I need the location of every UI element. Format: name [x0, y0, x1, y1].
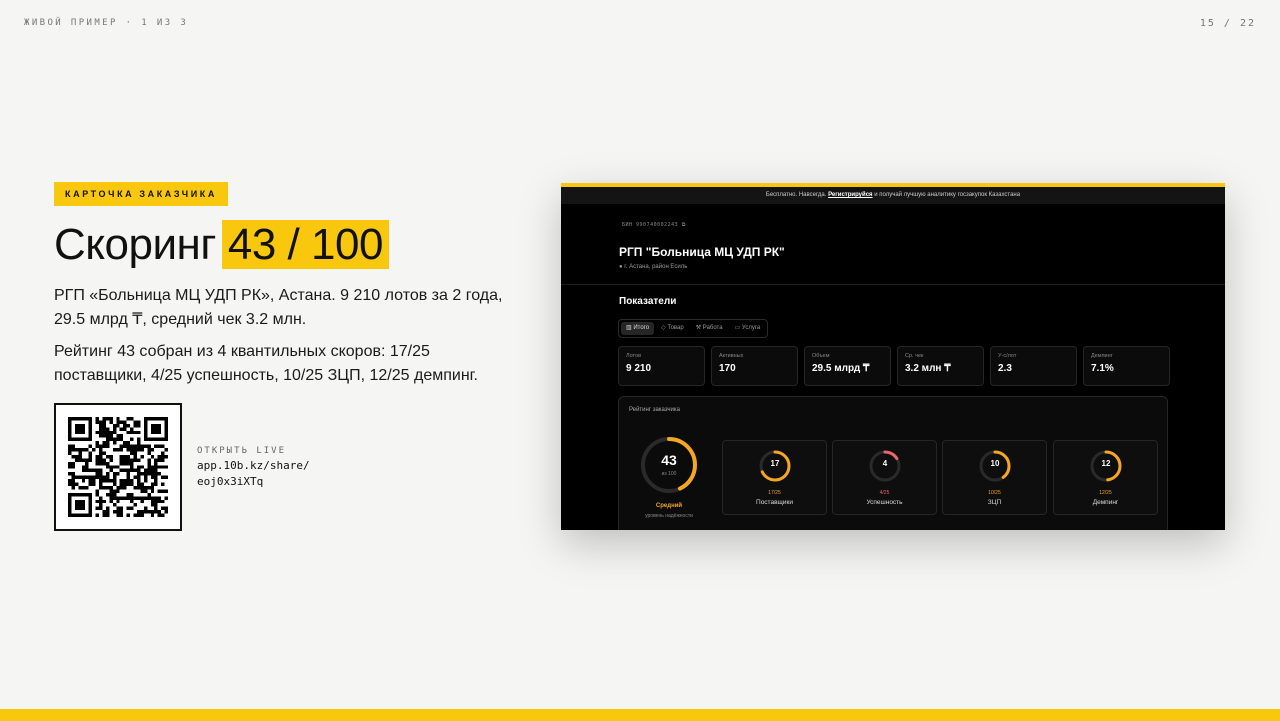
subscore-value: 10: [990, 459, 1000, 468]
slide-title: Скоринг 43 / 100: [54, 220, 389, 270]
main-score-value: 43: [661, 452, 677, 468]
kpi-card-volume: Объем 29.5 млрд ₸: [804, 346, 891, 386]
copy-icon[interactable]: ⧉: [682, 222, 686, 228]
subscore-card-suppliers: 17 17/25 Поставщики: [722, 440, 827, 515]
app-screenshot: Бесплатно. Навсегда. Регистрируйся и пол…: [561, 183, 1225, 530]
tab-total[interactable]: ▥ Итого: [621, 322, 655, 335]
tab-goods[interactable]: ◇ Товар: [656, 322, 689, 335]
share-link[interactable]: app.10b.kz/share/ eoj0x3iXTq: [197, 458, 337, 490]
promo-banner: Бесплатно. Навсегда. Регистрируйся и пол…: [561, 187, 1225, 204]
tab-total-label: Итого: [633, 325, 650, 331]
indicators-title: Показатели: [619, 296, 677, 307]
briefcase-icon: ▭: [734, 325, 741, 331]
kpi-label: Объем: [812, 353, 830, 359]
rating-explanation-paragraph: Рейтинг 43 собран из 4 квантильных скоро…: [54, 343, 478, 384]
location-text: г. Астана, район Есиль: [624, 264, 688, 270]
kpi-card-active: Активных 170: [711, 346, 798, 386]
kpi-value: 170: [719, 363, 736, 374]
reliability-level-caption: уровень надёжности: [645, 513, 693, 519]
main-score-max: из 100: [661, 471, 677, 477]
chart-icon: ▥: [626, 325, 632, 331]
bottom-accent-bar: [0, 709, 1280, 721]
kpi-label: Активных: [719, 353, 744, 359]
subscore-value: 12: [1101, 459, 1111, 468]
subscore-label: Демпинг: [1092, 499, 1119, 506]
org-location: ● г. Астана, район Есиль: [619, 264, 687, 270]
reliability-level: Средний: [655, 503, 683, 509]
subscore-fraction: 4/25: [879, 490, 890, 496]
org-header: БИН 990740002243 ⧉ РГП "Больница МЦ УДП …: [561, 204, 1225, 285]
kpi-card-suppliers-per-lot: У-с/лот 2.3: [990, 346, 1077, 386]
bin-number[interactable]: БИН 990740002243 ⧉: [622, 222, 686, 228]
kpi-card-lots: Лотов 9 210: [618, 346, 705, 386]
box-icon: ◇: [661, 325, 666, 331]
subscore-label: ЗЦП: [987, 499, 1002, 506]
share-link-line-2: eoj0x3iXTq: [197, 475, 264, 488]
kpi-card-dumping: Демпинг 7.1%: [1083, 346, 1170, 386]
banner-text-pre: Бесплатно. Навсегда.: [765, 192, 827, 198]
kpi-value: 29.5 млрд ₸: [812, 363, 870, 374]
kpi-value: 2.3: [998, 363, 1012, 374]
tab-goods-label: Товар: [667, 325, 684, 331]
kpi-label: Ср. чек: [905, 353, 924, 359]
bin-text: БИН 990740002243: [622, 222, 679, 228]
kpi-cards: Лотов 9 210 Активных 170 Объем 29.5 млрд ₸ …: [618, 346, 1170, 386]
category-tabs: ▥ Итого ◇ Товар ⚒ Работа ▭ Услуга: [618, 319, 769, 338]
banner-text-post: и получай лучшую аналитику госзакупок Ка…: [874, 192, 1021, 198]
open-live-label: ОТКРЫТЬ LIVE: [197, 446, 287, 456]
qr-code-image: [68, 417, 168, 517]
slide-section-label: ЖИВОЙ ПРИМЕР · 1 ИЗ 3: [24, 18, 189, 28]
org-name: РГП "Больница МЦ УДП РК": [619, 245, 785, 259]
share-link-line-1: app.10b.kz/share/: [197, 459, 310, 472]
subscore-card-dumping: 12 12/25 Демпинг: [1053, 440, 1158, 515]
tab-works[interactable]: ⚒ Работа: [691, 322, 728, 335]
kpi-value: 9 210: [626, 363, 652, 374]
kpi-label: У-с/лот: [998, 353, 1017, 359]
slide-counter: 15 / 22: [1199, 18, 1256, 29]
kpi-card-avg-check: Ср. чек 3.2 млн ₸: [897, 346, 984, 386]
title-text: Скоринг: [54, 220, 216, 269]
wrench-icon: ⚒: [695, 325, 702, 331]
kpi-value: 3.2 млн ₸: [905, 363, 951, 374]
tab-services[interactable]: ▭ Услуга: [730, 322, 766, 335]
rating-title: Рейтинг заказчика: [629, 407, 680, 413]
subscore-fraction: 12/25: [1099, 490, 1112, 496]
kpi-value: 7.1%: [1091, 363, 1114, 374]
subscore-fraction: 17/25: [768, 490, 781, 496]
subscore-fraction: 10/25: [988, 490, 1001, 496]
subscore-label: Успешность: [866, 499, 903, 506]
eyebrow-tag: КАРТОЧКА ЗАКАЗЧИКА: [54, 182, 228, 206]
tab-works-label: Работа: [702, 325, 723, 331]
qr-code[interactable]: [54, 403, 182, 531]
customer-rating-panel: Рейтинг заказчика 43 из 100 Средний уров…: [618, 396, 1168, 530]
location-pin-icon: ●: [619, 264, 623, 270]
tab-services-label: Услуга: [741, 325, 761, 331]
subscore-label: Поставщики: [756, 499, 793, 506]
subscore-card-success: 4 4/25 Успешность: [832, 440, 937, 515]
kpi-label: Лотов: [626, 353, 641, 359]
subscore-value: 4: [882, 459, 888, 468]
kpi-label: Демпинг: [1091, 353, 1113, 359]
subscore-value: 17: [770, 459, 780, 468]
summary-paragraph: РГП «Больница МЦ УДП РК», Астана. 9 210 …: [54, 287, 503, 328]
subscore-card-zcp: 10 10/25 ЗЦП: [942, 440, 1047, 515]
title-score-highlight: 43 / 100: [221, 220, 389, 269]
register-link[interactable]: Регистрируйся: [828, 192, 872, 198]
